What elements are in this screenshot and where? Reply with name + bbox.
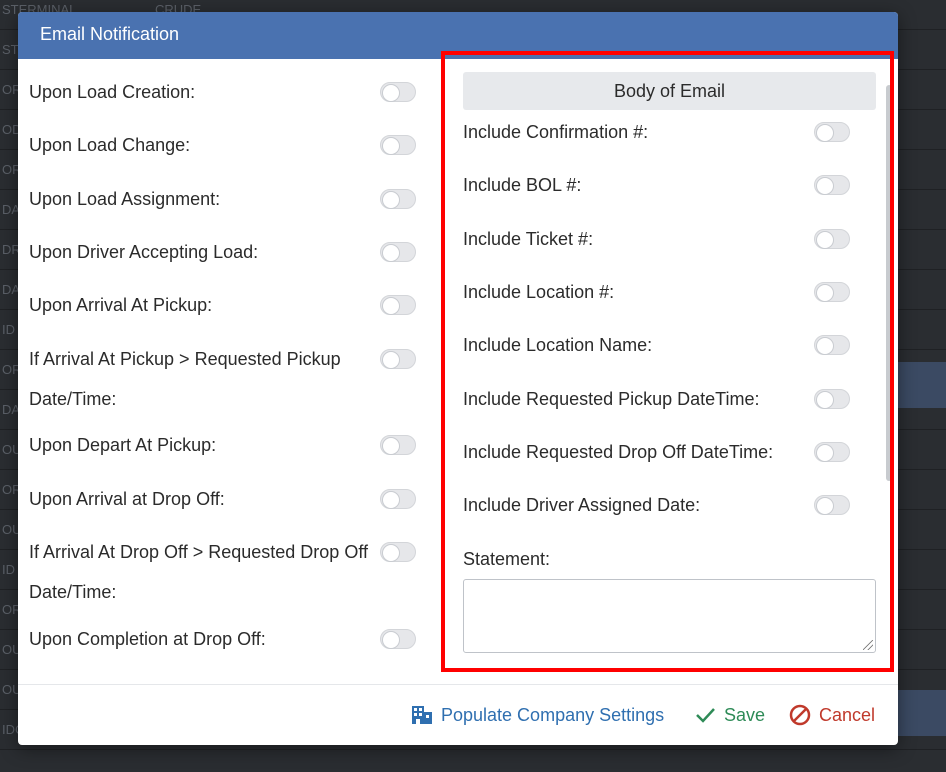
body-option-row: Include Requested Pickup DateTime: — [463, 379, 863, 419]
body-of-email-header: Body of Email — [463, 72, 876, 110]
toggle-include-location-number[interactable] — [814, 282, 850, 302]
building-icon — [411, 704, 433, 726]
toggle-include-requested-drop-off-datetime[interactable] — [814, 442, 850, 462]
toggle-include-bol[interactable] — [814, 175, 850, 195]
option-label: Upon Arrival at Drop Off: — [29, 489, 225, 509]
option-row: If Arrival At Pickup > Requested Pickup … — [29, 339, 419, 419]
body-option-row: Include Confirmation #: — [463, 112, 863, 152]
option-label: If Arrival At Pickup > Requested Pickup … — [29, 349, 341, 409]
body-option-row: Include Location Name: — [463, 325, 863, 365]
toggle-upon-completion-at-drop-off[interactable] — [380, 629, 416, 649]
option-label: Include Requested Pickup DateTime: — [463, 389, 760, 409]
statement-label: Statement: — [463, 549, 551, 569]
option-row: Upon Load Assignment: — [29, 179, 419, 219]
save-button[interactable]: Save — [694, 704, 765, 726]
option-label: Upon Arrival At Pickup: — [29, 295, 213, 315]
save-label: Save — [724, 704, 766, 725]
toggle-upon-arrival-at-pickup[interactable] — [380, 295, 416, 315]
option-label: Upon Driver Accepting Load: — [29, 242, 259, 262]
toggle-upon-load-assignment[interactable] — [380, 189, 416, 209]
option-label: Include Confirmation #: — [463, 122, 649, 142]
option-row: Upon Arrival At Pickup: — [29, 285, 419, 325]
option-row: Upon Depart At Pickup: — [29, 425, 419, 465]
modal-footer: Populate Company Settings Save Cancel — [18, 698, 898, 738]
cancel-label: Cancel — [819, 704, 876, 725]
option-label: Include Location Name: — [463, 335, 653, 355]
background-cell: ID — [2, 322, 15, 337]
scrollbar[interactable] — [884, 59, 894, 679]
toggle-upon-driver-accepting-load[interactable] — [380, 242, 416, 262]
toggle-include-driver-assigned-date[interactable] — [814, 495, 850, 515]
background-band — [898, 362, 946, 408]
populate-label: Populate Company Settings — [441, 704, 665, 725]
option-label: Upon Load Change: — [29, 135, 191, 155]
option-label: Upon Load Creation: — [29, 82, 196, 102]
footer-divider — [18, 684, 898, 685]
option-row: Upon Load Creation: — [29, 72, 419, 112]
toggle-include-confirmation[interactable] — [814, 122, 850, 142]
option-row: Upon Load Change: — [29, 125, 419, 165]
toggle-upon-load-change[interactable] — [380, 135, 416, 155]
option-label: Include Ticket #: — [463, 229, 594, 249]
option-label: If Arrival At Drop Off > Requested Drop … — [29, 542, 368, 602]
email-notification-modal: Email Notification Upon Load Creation: U… — [18, 12, 898, 745]
option-row: Upon Arrival at Drop Off: — [29, 479, 419, 519]
option-label: Include Location #: — [463, 282, 615, 302]
toggle-upon-depart-at-pickup[interactable] — [380, 435, 416, 455]
checkmark-icon — [694, 704, 716, 726]
modal-title: Email Notification — [18, 12, 898, 59]
statement-textarea[interactable] — [463, 579, 876, 653]
toggle-upon-load-creation[interactable] — [380, 82, 416, 102]
background-cell: ID — [2, 562, 15, 577]
scrollbar-thumb[interactable] — [886, 85, 892, 481]
option-label: Upon Depart At Pickup: — [29, 435, 217, 455]
resize-grip-icon[interactable] — [863, 640, 873, 650]
body-option-row: Include Location #: — [463, 272, 863, 312]
cancel-button[interactable]: Cancel — [789, 704, 875, 726]
ban-icon — [789, 704, 811, 726]
toggle-if-arrival-at-drop-off-late[interactable] — [380, 542, 416, 562]
body-option-row: Include Driver Assigned Date: — [463, 485, 863, 525]
toggle-if-arrival-at-pickup-late[interactable] — [380, 349, 416, 369]
body-option-row: Include BOL #: — [463, 165, 863, 205]
option-label: Include Requested Drop Off DateTime: — [463, 442, 774, 462]
option-label: Upon Load Assignment: — [29, 189, 221, 209]
toggle-upon-arrival-at-drop-off[interactable] — [380, 489, 416, 509]
toggle-include-requested-pickup-datetime[interactable] — [814, 389, 850, 409]
body-option-row: Include Requested Drop Off DateTime: — [463, 432, 863, 472]
body-option-row: Include Ticket #: — [463, 219, 863, 259]
toggle-include-ticket[interactable] — [814, 229, 850, 249]
option-row: Upon Driver Accepting Load: — [29, 232, 419, 272]
background-cell: ST — [2, 42, 19, 57]
populate-company-settings-button[interactable]: Populate Company Settings — [411, 704, 664, 726]
option-label: Upon Completion at Drop Off: — [29, 629, 266, 649]
toggle-include-location-name[interactable] — [814, 335, 850, 355]
option-label: Include BOL #: — [463, 175, 582, 195]
background-band — [898, 690, 946, 736]
option-row: Upon Completion at Drop Off: — [29, 619, 419, 659]
option-row: If Arrival At Drop Off > Requested Drop … — [29, 532, 419, 612]
option-label: Include Driver Assigned Date: — [463, 495, 701, 515]
